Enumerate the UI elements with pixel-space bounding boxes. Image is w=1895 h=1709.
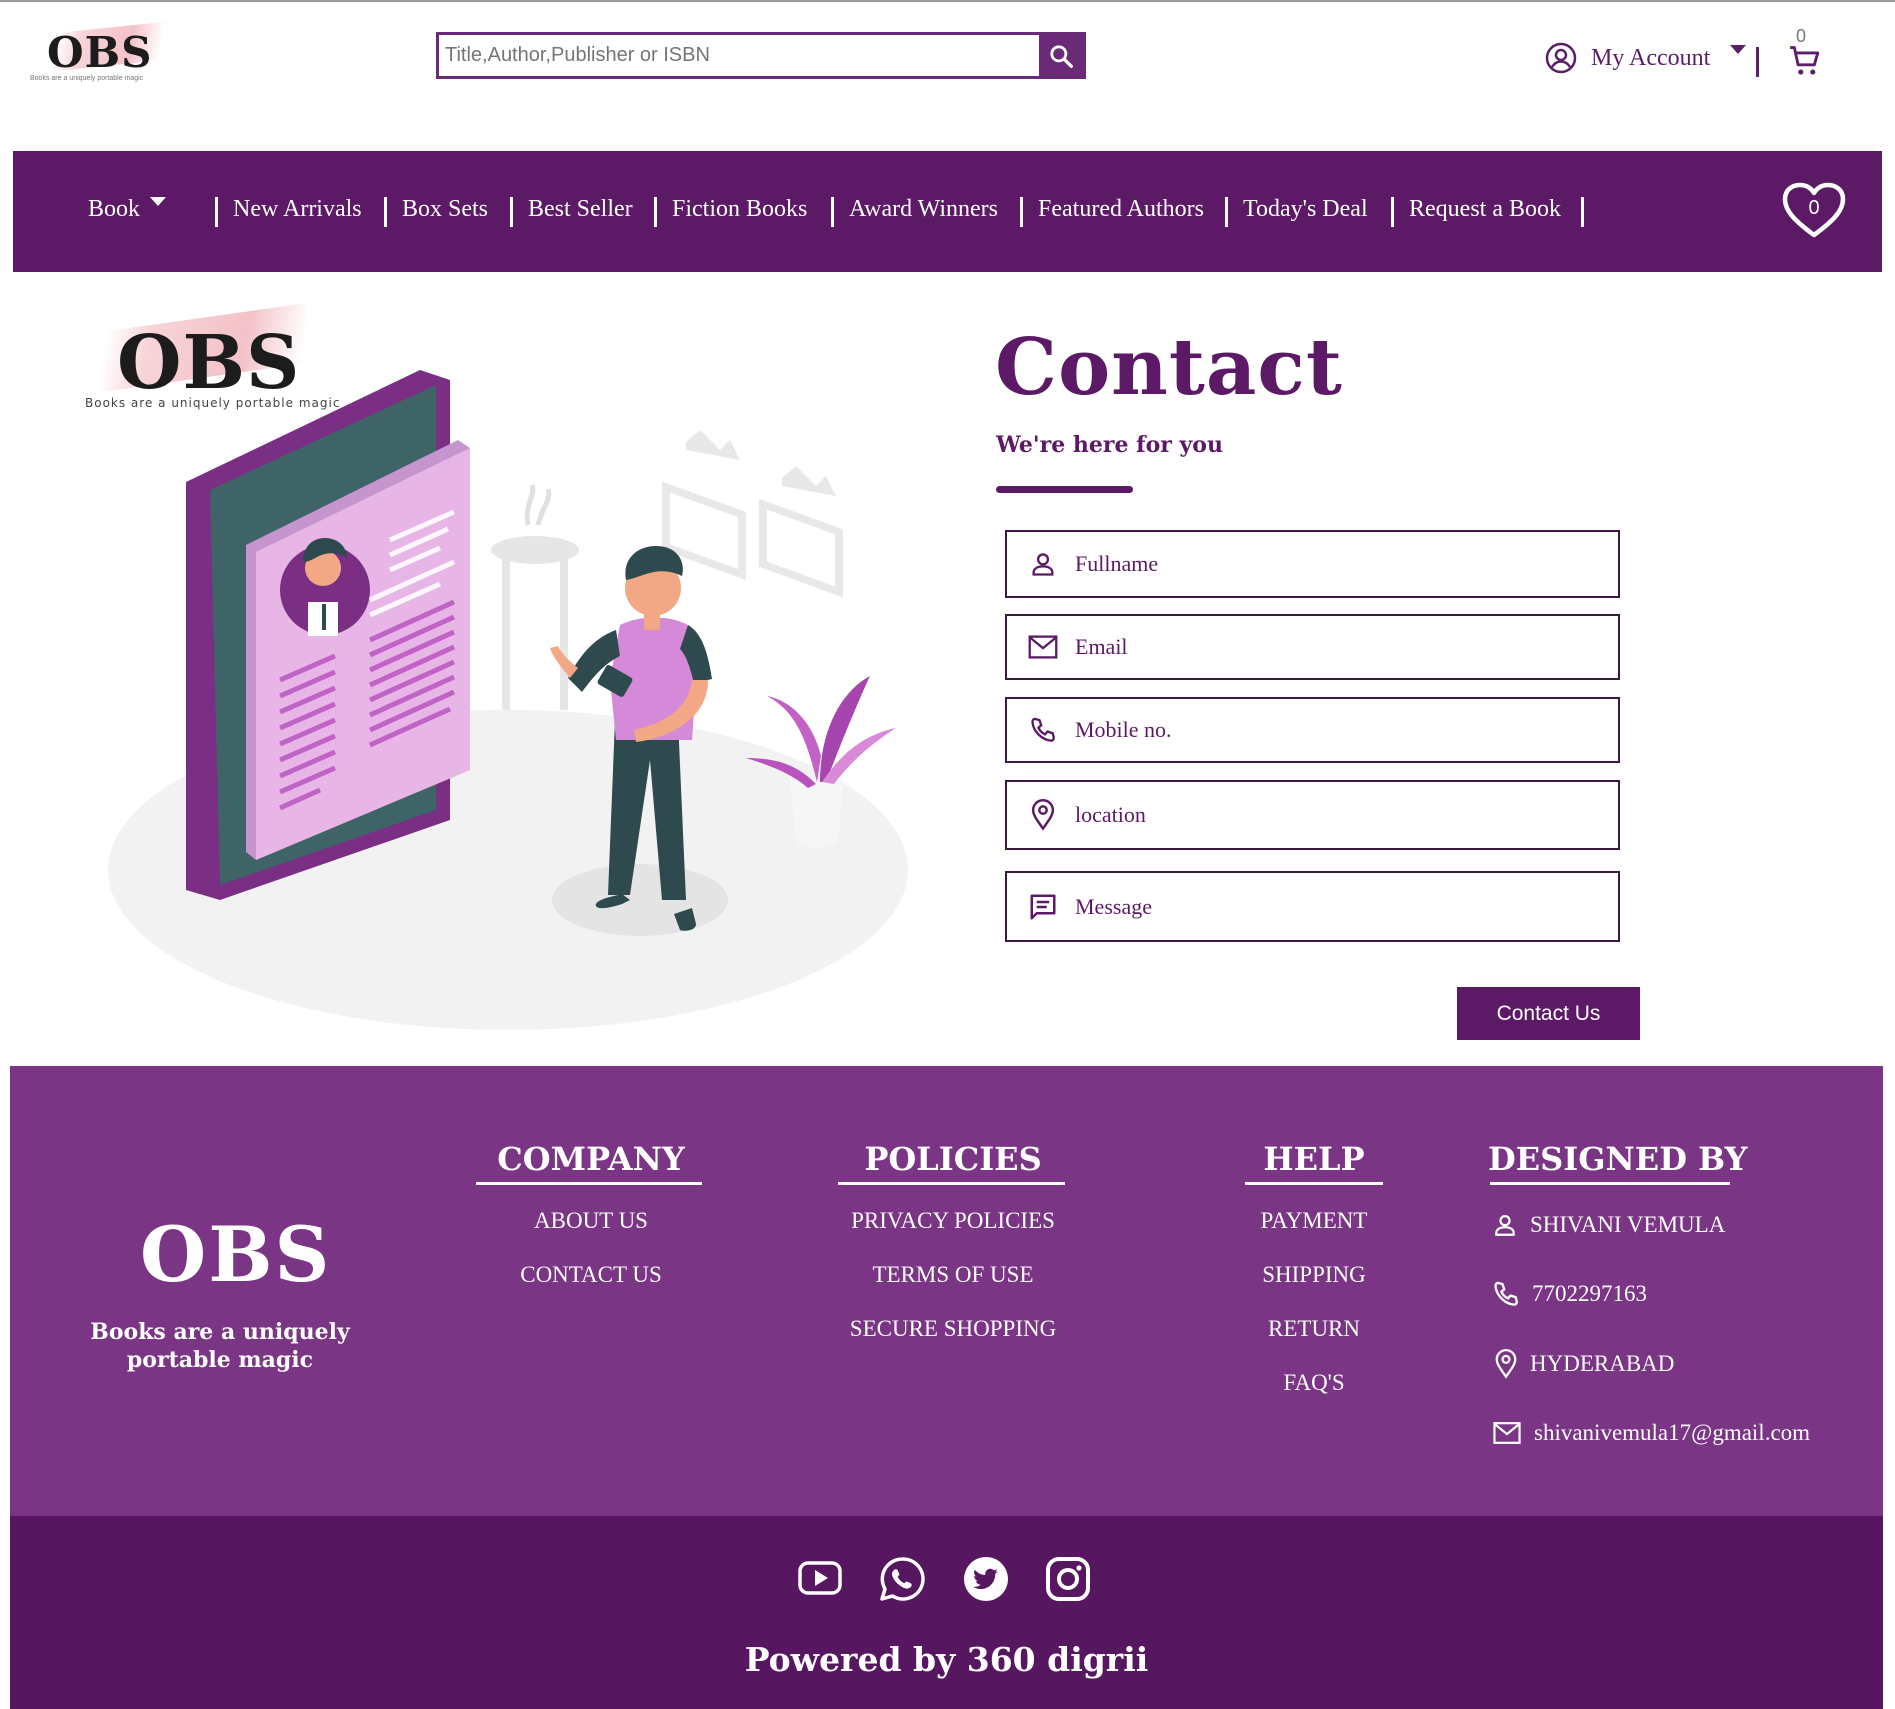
designer-email[interactable]: shivanivemula17@gmail.com xyxy=(1534,1420,1810,1446)
designer-location-row: HYDERABAD xyxy=(1494,1349,1674,1379)
hero-logo-text: OBS xyxy=(117,320,301,406)
nav-item-book[interactable]: Book xyxy=(88,196,140,223)
footer-link-shipping[interactable]: SHIPPING xyxy=(1234,1262,1394,1288)
company-underline xyxy=(476,1182,702,1185)
footer-logo: OBS xyxy=(140,1210,332,1299)
search-button[interactable] xyxy=(1039,35,1083,76)
help-underline xyxy=(1245,1182,1383,1185)
account-icon xyxy=(1545,42,1577,74)
footer-link-payment[interactable]: PAYMENT xyxy=(1234,1208,1394,1234)
company-heading: COMPANY xyxy=(497,1140,685,1178)
whatsapp-icon[interactable] xyxy=(878,1555,926,1603)
mail-icon xyxy=(1493,1422,1521,1444)
nav-item-new-arrivals[interactable]: New Arrivals xyxy=(233,196,362,223)
policies-underline xyxy=(838,1182,1065,1185)
designer-email-row: shivanivemula17@gmail.com xyxy=(1492,1420,1810,1446)
footer-tagline-line1: Books are a uniquely xyxy=(90,1319,350,1345)
email-field[interactable]: Email xyxy=(1005,614,1620,680)
main-navbar: Book New Arrivals Box Sets Best Seller F… xyxy=(13,151,1882,272)
nav-item-award-winners[interactable]: Award Winners xyxy=(849,196,998,223)
location-pin-icon xyxy=(1495,1349,1517,1379)
footer-link-contact-us[interactable]: CONTACT US xyxy=(476,1262,706,1288)
designed-by-heading: DESIGNED BY xyxy=(1488,1140,1748,1178)
contact-title: Contact xyxy=(995,322,1343,413)
book-dropdown-icon[interactable] xyxy=(150,197,166,207)
header-logo[interactable]: OBS Books are a uniquely portable magic xyxy=(25,20,175,90)
instagram-icon[interactable] xyxy=(1044,1555,1092,1603)
nav-item-request-a-book[interactable]: Request a Book xyxy=(1409,196,1561,223)
mobile-field[interactable]: Mobile no. xyxy=(1005,697,1620,763)
footer-link-terms-of-use[interactable]: TERMS OF USE xyxy=(818,1262,1088,1288)
nav-separator xyxy=(1225,197,1228,227)
contact-us-button[interactable]: Contact Us xyxy=(1457,987,1640,1040)
search-input[interactable] xyxy=(439,35,1039,76)
header-divider xyxy=(1756,47,1759,77)
twitter-icon[interactable] xyxy=(962,1555,1010,1603)
nav-separator xyxy=(510,197,513,227)
cart-icon[interactable] xyxy=(1788,44,1822,78)
nav-item-todays-deal[interactable]: Today's Deal xyxy=(1243,196,1368,223)
designer-name: SHIVANI VEMULA xyxy=(1530,1212,1726,1237)
location-placeholder: location xyxy=(1075,802,1146,827)
nav-item-best-seller[interactable]: Best Seller xyxy=(528,196,633,223)
footer-bottom-bar xyxy=(10,1516,1883,1709)
mail-icon xyxy=(1028,635,1058,659)
logo-text: OBS xyxy=(47,28,153,77)
illustration-svg xyxy=(108,370,908,1030)
user-icon xyxy=(1032,553,1054,576)
message-icon xyxy=(1030,894,1056,919)
footer-tagline-line2: portable magic xyxy=(126,1347,314,1373)
nav-item-featured-authors[interactable]: Featured Authors xyxy=(1038,196,1204,223)
footer-link-secure-shopping[interactable]: SECURE SHOPPING xyxy=(818,1316,1088,1342)
footer-link-privacy-policies[interactable]: PRIVACY POLICIES xyxy=(818,1208,1088,1234)
nav-separator xyxy=(1581,197,1584,227)
nav-item-box-sets[interactable]: Box Sets xyxy=(402,196,488,223)
designed-by-underline xyxy=(1490,1182,1730,1185)
search-bar xyxy=(436,32,1086,79)
powered-by-text: Powered by 360 digrii xyxy=(744,1640,1149,1679)
contact-illustration: OBS Books are a uniquely portable magic xyxy=(70,300,930,1040)
nav-separator xyxy=(1020,197,1023,227)
nav-separator xyxy=(215,197,218,227)
my-account-label: My Account xyxy=(1591,44,1711,71)
location-pin-icon xyxy=(1031,799,1055,831)
designer-location: HYDERABAD xyxy=(1530,1351,1675,1376)
phone-icon xyxy=(1494,1281,1519,1306)
chevron-down-icon[interactable] xyxy=(1730,45,1746,55)
wishlist-button[interactable]: 0 xyxy=(1781,181,1847,241)
designer-phone[interactable]: 7702297163 xyxy=(1532,1281,1647,1307)
nav-item-fiction-books[interactable]: Fiction Books xyxy=(672,196,807,223)
nav-separator xyxy=(654,197,657,227)
footer-link-faqs[interactable]: FAQ'S xyxy=(1234,1370,1394,1396)
search-icon xyxy=(1050,44,1073,68)
hero-logo-tagline: Books are a uniquely portable magic xyxy=(85,396,341,410)
nav-separator xyxy=(384,197,387,227)
youtube-icon[interactable] xyxy=(797,1555,843,1601)
mobile-placeholder: Mobile no. xyxy=(1075,717,1172,742)
contact-subtitle: We're here for you xyxy=(996,432,1223,458)
nav-separator xyxy=(831,197,834,227)
wishlist-count: 0 xyxy=(1808,197,1820,219)
nav-separator xyxy=(1391,197,1394,227)
policies-heading: POLICIES xyxy=(864,1140,1042,1178)
user-icon xyxy=(1495,1215,1515,1236)
title-underline xyxy=(996,486,1133,493)
location-field[interactable]: location xyxy=(1005,780,1620,850)
my-account-menu[interactable]: My Account xyxy=(1545,42,1710,74)
phone-icon xyxy=(1031,717,1056,742)
message-placeholder: Message xyxy=(1075,893,1152,919)
email-placeholder: Email xyxy=(1075,634,1128,659)
designer-phone-row: 7702297163 xyxy=(1492,1280,1647,1308)
footer-link-return[interactable]: RETURN xyxy=(1234,1316,1394,1342)
message-field[interactable]: Message xyxy=(1005,871,1620,942)
fullname-field[interactable]: Fullname xyxy=(1005,530,1620,598)
fullname-placeholder: Fullname xyxy=(1075,551,1159,576)
help-heading: HELP xyxy=(1263,1140,1365,1178)
footer-tagline: Books are a uniquely portable magic xyxy=(80,1318,360,1374)
designer-name-row: SHIVANI VEMULA xyxy=(1492,1212,1725,1238)
top-border xyxy=(0,0,1895,2)
footer-link-about-us[interactable]: ABOUT US xyxy=(476,1208,706,1234)
logo-tagline: Books are a uniquely portable magic xyxy=(30,75,144,82)
